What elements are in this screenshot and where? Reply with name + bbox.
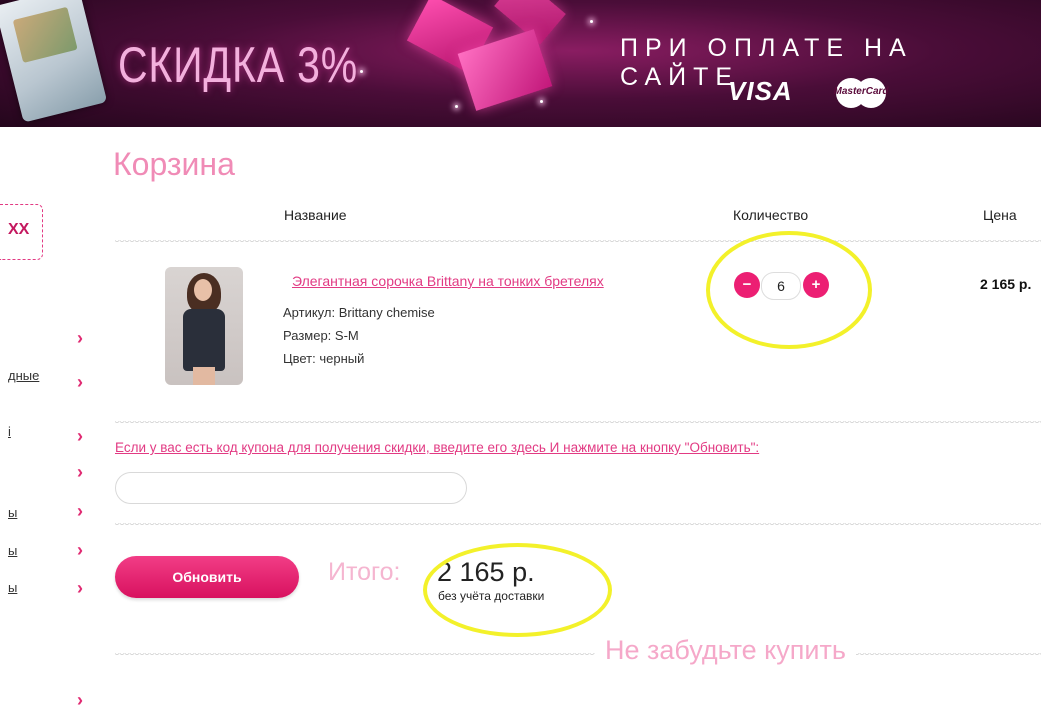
chevron-right-icon[interactable]: › (77, 579, 87, 597)
sidebar-link[interactable]: дные (8, 368, 39, 383)
coupon-code-input[interactable] (115, 472, 467, 504)
total-highlight-annotation (423, 543, 612, 637)
product-article: Артикул: Brittany chemise (283, 305, 435, 320)
page-title: Корзина (113, 146, 235, 182)
sidebar-link[interactable]: ы (8, 505, 17, 520)
coupon-instruction-link[interactable]: Если у вас есть код купона для получения… (115, 440, 759, 455)
divider (115, 653, 1041, 657)
promo-banner[interactable]: СКИДКА 3% ПРИ ОПЛАТЕ НА САЙТЕ VISA Maste… (0, 0, 1041, 127)
chevron-right-icon[interactable]: › (77, 373, 87, 391)
column-header-price: Цена (983, 207, 1017, 223)
chevron-right-icon[interactable]: › (77, 329, 87, 347)
sidebar-link[interactable]: ы (8, 543, 17, 558)
divider (115, 240, 1041, 244)
chevron-right-icon[interactable]: › (77, 463, 87, 481)
chevron-right-icon[interactable]: › (77, 541, 87, 559)
product-color: Цвет: черный (283, 351, 365, 366)
column-header-name: Название (284, 207, 347, 223)
promo-discount-text: СКИДКА 3% (118, 37, 358, 93)
visa-logo: VISA (728, 76, 793, 106)
chevron-right-icon[interactable]: › (77, 691, 87, 709)
divider (115, 421, 1041, 425)
sidebar-link[interactable]: і (8, 424, 11, 439)
divider (115, 523, 1041, 527)
sparkle-decoration (540, 100, 543, 103)
promo-card-image (0, 0, 108, 123)
sidebar-link[interactable]: ы (8, 580, 17, 595)
section-title-dont-forget: Не забудьте купить (595, 635, 856, 666)
product-thumbnail[interactable] (165, 267, 243, 385)
sparkle-decoration (590, 20, 593, 23)
total-label: Итого: (328, 558, 401, 586)
mastercard-logo: MasterCard (828, 78, 894, 108)
chevron-right-icon[interactable]: › (77, 427, 87, 445)
product-price: 2 165 р. (980, 276, 1032, 292)
update-button[interactable]: Обновить (115, 556, 299, 598)
sparkle-decoration (455, 105, 458, 108)
column-header-quantity: Количество (733, 207, 809, 223)
quantity-highlight-annotation (706, 231, 872, 349)
product-size: Размер: S-M (283, 328, 359, 343)
product-name-link[interactable]: Элегантная сорочка Brittany на тонких бр… (292, 273, 604, 289)
sparkle-decoration (360, 70, 363, 73)
sidebar-badge[interactable]: XX (0, 204, 43, 260)
chevron-right-icon[interactable]: › (77, 502, 87, 520)
sidebar-badge-label: XX (8, 221, 30, 238)
